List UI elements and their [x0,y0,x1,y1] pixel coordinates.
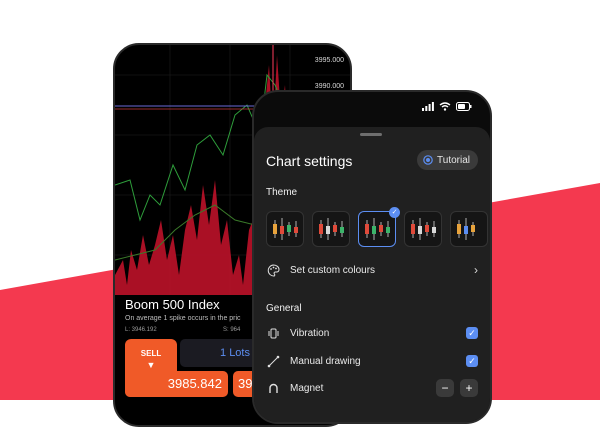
vibration-label: Vibration [290,327,330,339]
candles-icon [273,218,298,240]
magnet-icon [266,381,280,395]
magnet-minus-button[interactable]: − [436,379,454,397]
magnet-plus-button[interactable]: + [460,379,478,397]
chart-settings-sheet: Chart settings Tutorial Theme ✓ Set cust… [254,127,490,422]
theme-option[interactable] [450,211,488,247]
theme-option[interactable] [266,211,304,247]
low-stat: L: 3946.192 [125,327,157,333]
sheet-handle[interactable] [360,133,382,136]
theme-option[interactable] [312,211,350,247]
magnet-row: Magnet − + [266,379,478,397]
theme-option[interactable] [404,211,442,247]
tutorial-label: Tutorial [437,154,470,166]
vibration-checkbox[interactable]: ✓ [466,327,478,339]
price-axis-label: 3990.000 [314,83,344,90]
theme-option-selected[interactable]: ✓ [358,207,400,247]
candles-icon [319,218,344,240]
battery-icon [456,102,472,111]
sell-label: SELL [140,349,162,358]
drawing-icon [266,354,280,368]
chevron-right-icon: › [474,263,478,277]
play-circle-icon [423,155,433,165]
manual-drawing-row[interactable]: Manual drawing ✓ [266,353,478,369]
sell-price[interactable]: 3985.842 [125,371,228,397]
candles-icon [365,218,390,240]
candles-icon [411,218,436,240]
vibration-icon [266,326,280,340]
sheet-title: Chart settings [266,153,353,169]
spread-stat: S: 964 [223,327,241,333]
signal-icon [422,102,434,111]
magnet-label: Magnet [290,382,324,394]
vibration-row[interactable]: Vibration ✓ [266,325,478,341]
wifi-icon [439,102,451,111]
custom-colours-row[interactable]: Set custom colours › [266,262,478,278]
check-icon: ✓ [389,207,400,218]
tutorial-button[interactable]: Tutorial [417,150,478,170]
theme-section-label: Theme [266,187,298,198]
manual-drawing-label: Manual drawing [290,355,361,367]
theme-list: ✓ [266,207,488,247]
status-bar [422,102,472,111]
asset-description: On average 1 spike occurs in the pric [125,315,241,322]
price-axis-label: 3995.000 [314,57,344,64]
manual-drawing-checkbox[interactable]: ✓ [466,355,478,367]
asset-name: Boom 500 Index [125,297,220,312]
general-section-label: General [266,303,302,314]
palette-icon [266,263,280,277]
candles-icon [457,218,475,240]
down-arrow-icon: ▼ [146,360,156,370]
front-phone: Chart settings Tutorial Theme ✓ Set cust… [252,90,492,424]
custom-colours-label: Set custom colours [290,264,376,276]
